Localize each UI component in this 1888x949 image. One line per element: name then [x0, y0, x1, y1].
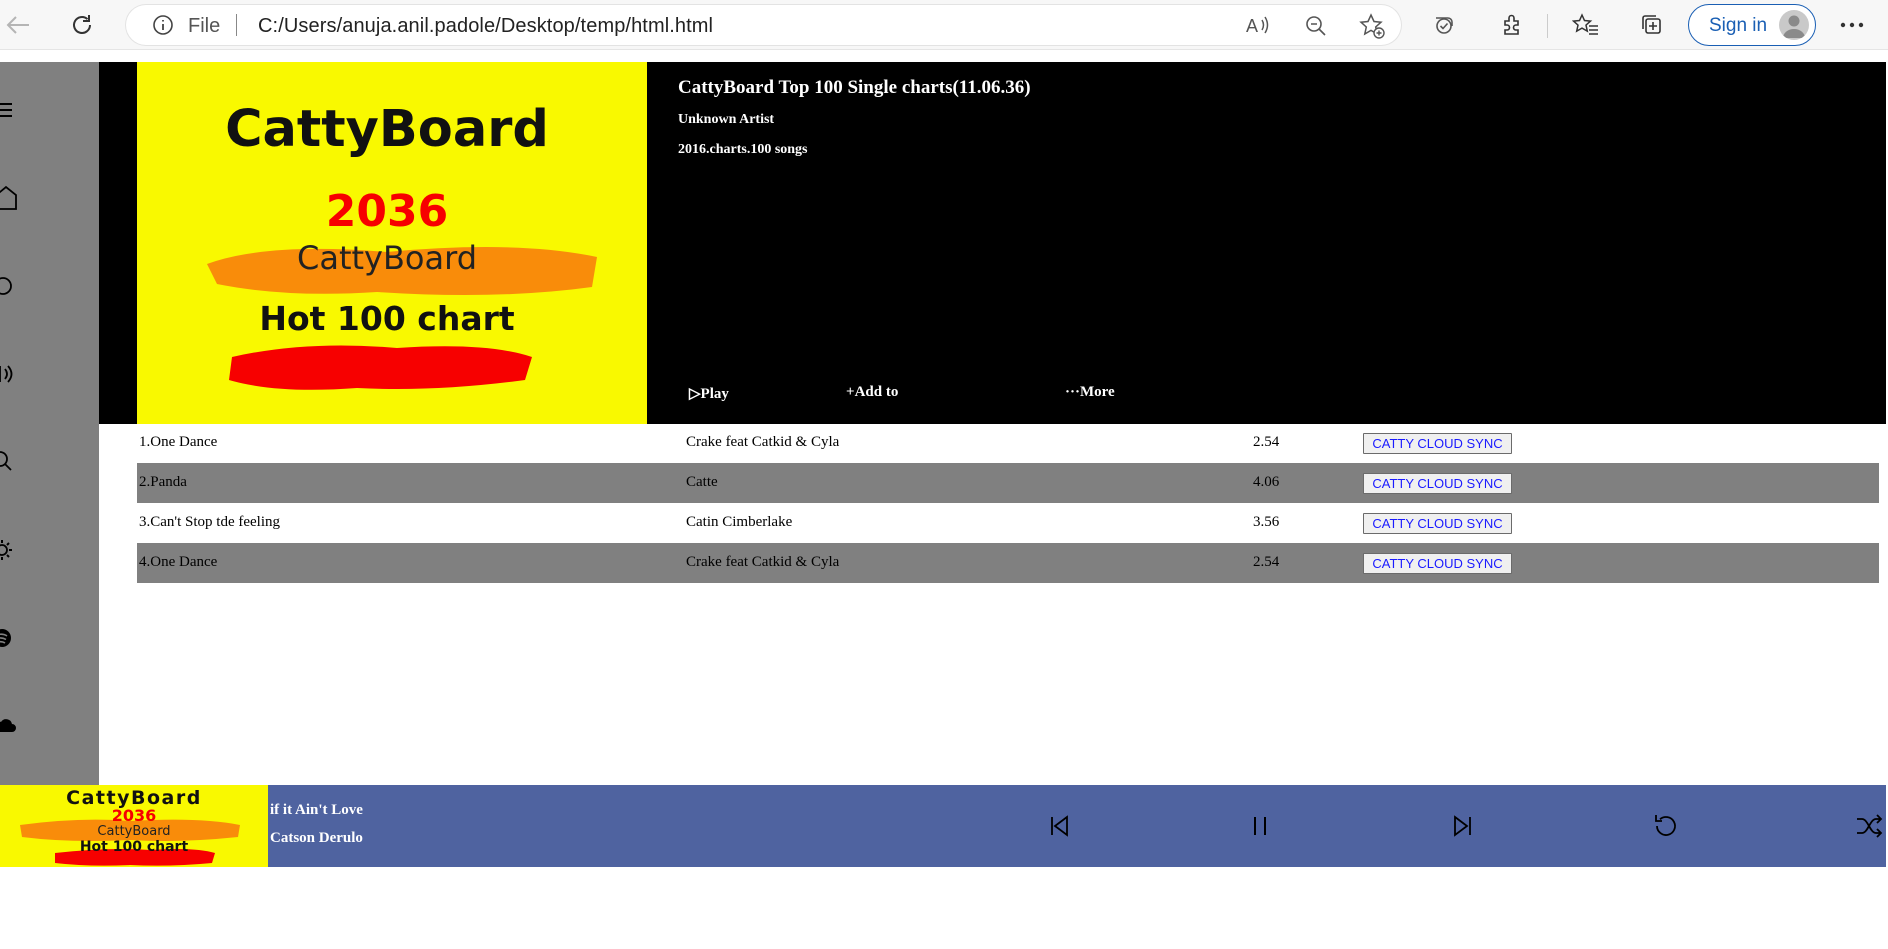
shuffle-icon — [1857, 814, 1883, 838]
repeat-button[interactable] — [1649, 809, 1683, 843]
cloud-sync-button[interactable]: CATTY CLOUD SYNC — [1363, 513, 1512, 534]
song-row[interactable]: 1.One Dance Crake feat Catkid & Cyla 2.5… — [137, 423, 1879, 463]
playlist-header: CattyBoard 2036 CattyBoard Hot 100 chart… — [99, 62, 1886, 424]
menu-icon[interactable] — [0, 95, 20, 125]
song-row[interactable]: 3.Can't Stop tde feeling Catin Cimberlak… — [137, 503, 1879, 543]
song-artist: Catin Cimberlake — [686, 514, 793, 530]
cover-tagline: Hot 100 chart — [259, 299, 515, 338]
repeat-icon — [1655, 815, 1676, 836]
browser-essentials-icon[interactable] — [1426, 8, 1462, 42]
song-duration: 4.06 — [1253, 474, 1280, 490]
cloud-sync-button[interactable]: CATTY CLOUD SYNC — [1363, 473, 1512, 494]
url-text[interactable]: C:/Users/anuja.anil.padole/Desktop/temp/… — [258, 15, 713, 38]
address-separator — [236, 14, 237, 36]
song-list: 1.One Dance Crake feat Catkid & Cyla 2.5… — [137, 423, 1879, 583]
player-bar: CattyBoard 2036 CattyBoard Hot 100 chart… — [0, 785, 1886, 867]
play-icon: ▷ — [689, 386, 701, 402]
song-duration: 3.56 — [1253, 514, 1280, 530]
song-duration: 2.54 — [1253, 434, 1280, 450]
now-playing-artist: Catson Derulo — [270, 830, 363, 846]
previous-icon — [1051, 815, 1068, 837]
read-aloud-icon[interactable]: A — [1246, 14, 1272, 36]
zoom-out-icon[interactable] — [1304, 14, 1328, 38]
add-to-label: Add to — [854, 384, 899, 400]
more-label: More — [1080, 384, 1115, 400]
cover-year: 2036 — [326, 186, 448, 237]
playlist-title: CattyBoard Top 100 Single charts(11.06.3… — [678, 77, 1031, 98]
file-label: File — [188, 15, 221, 37]
browser-toolbar: File C:/Users/anuja.anil.padole/Desktop/… — [0, 0, 1888, 50]
cover-brand: CattyBoard — [225, 100, 549, 159]
sign-in-button[interactable]: Sign in — [1688, 4, 1816, 46]
cloud-icon[interactable] — [0, 711, 20, 741]
back-icon[interactable] — [0, 8, 36, 42]
info-icon[interactable] — [152, 14, 174, 36]
sign-in-label: Sign in — [1709, 15, 1768, 36]
search-icon[interactable] — [0, 447, 20, 477]
next-icon — [1454, 815, 1471, 837]
song-artist: Catte — [686, 474, 718, 490]
play-label: Play — [700, 386, 729, 402]
album-cover: CattyBoard 2036 CattyBoard Hot 100 chart — [137, 62, 647, 424]
pause-button[interactable] — [1243, 809, 1277, 843]
sidebar — [0, 62, 99, 785]
song-artist: Crake feat Catkid & Cyla — [686, 554, 840, 570]
now-playing-title: if it Ain't Love — [270, 802, 363, 818]
song-title: 1.One Dance — [139, 434, 218, 450]
song-title: 4.One Dance — [139, 554, 218, 570]
cloud-sync-button[interactable]: CATTY CLOUD SYNC — [1363, 553, 1512, 574]
song-title: 3.Can't Stop tde feeling — [139, 514, 281, 530]
song-title: 2.Panda — [139, 474, 187, 490]
song-duration: 2.54 — [1253, 554, 1280, 570]
mini-cover-tagline: Hot 100 chart — [80, 839, 189, 855]
plus-icon: + — [846, 384, 855, 400]
shuffle-button[interactable] — [1852, 809, 1886, 843]
previous-button[interactable] — [1042, 809, 1076, 843]
add-favorite-icon[interactable] — [1358, 12, 1386, 40]
spotify-icon[interactable] — [0, 623, 20, 653]
collections-icon[interactable] — [1634, 8, 1670, 42]
mini-cover-year: 2036 — [112, 806, 157, 825]
favorites-icon[interactable] — [1568, 8, 1604, 42]
now-playing-cover: CattyBoard 2036 CattyBoard Hot 100 chart — [0, 785, 268, 867]
song-row[interactable]: 2.Panda Catte 4.06 CATTY CLOUD SYNC — [137, 463, 1879, 503]
more-button[interactable]: ···More — [1065, 384, 1115, 401]
circle-icon[interactable] — [0, 271, 20, 301]
ellipsis-icon: ··· — [1065, 384, 1081, 400]
cloud-sync-button[interactable]: CATTY CLOUD SYNC — [1363, 433, 1512, 454]
playlist-meta: 2016.charts.100 songs — [678, 142, 808, 157]
home-icon[interactable] — [0, 183, 20, 213]
svg-text:A: A — [1246, 16, 1258, 36]
mini-cover-sub-brand: CattyBoard — [97, 824, 170, 839]
cover-sub-brand: CattyBoard — [297, 239, 477, 277]
avatar — [1779, 10, 1809, 40]
extensions-icon[interactable] — [1494, 8, 1530, 42]
add-to-button[interactable]: +Add to — [846, 384, 898, 401]
toolbar-divider — [1547, 14, 1548, 38]
podcast-icon[interactable] — [0, 359, 20, 389]
pause-icon — [1254, 817, 1266, 835]
song-row[interactable]: 4.One Dance Crake feat Catkid & Cyla 2.5… — [137, 543, 1879, 583]
settings-icon[interactable] — [0, 535, 20, 565]
address-bar[interactable]: File C:/Users/anuja.anil.padole/Desktop/… — [126, 5, 1401, 45]
refresh-icon[interactable] — [64, 8, 100, 42]
song-artist: Crake feat Catkid & Cyla — [686, 434, 840, 450]
next-button[interactable] — [1446, 809, 1480, 843]
more-options-icon[interactable] — [1834, 8, 1870, 42]
playlist-artist: Unknown Artist — [678, 112, 775, 127]
play-button[interactable]: ▷Play — [689, 384, 729, 403]
